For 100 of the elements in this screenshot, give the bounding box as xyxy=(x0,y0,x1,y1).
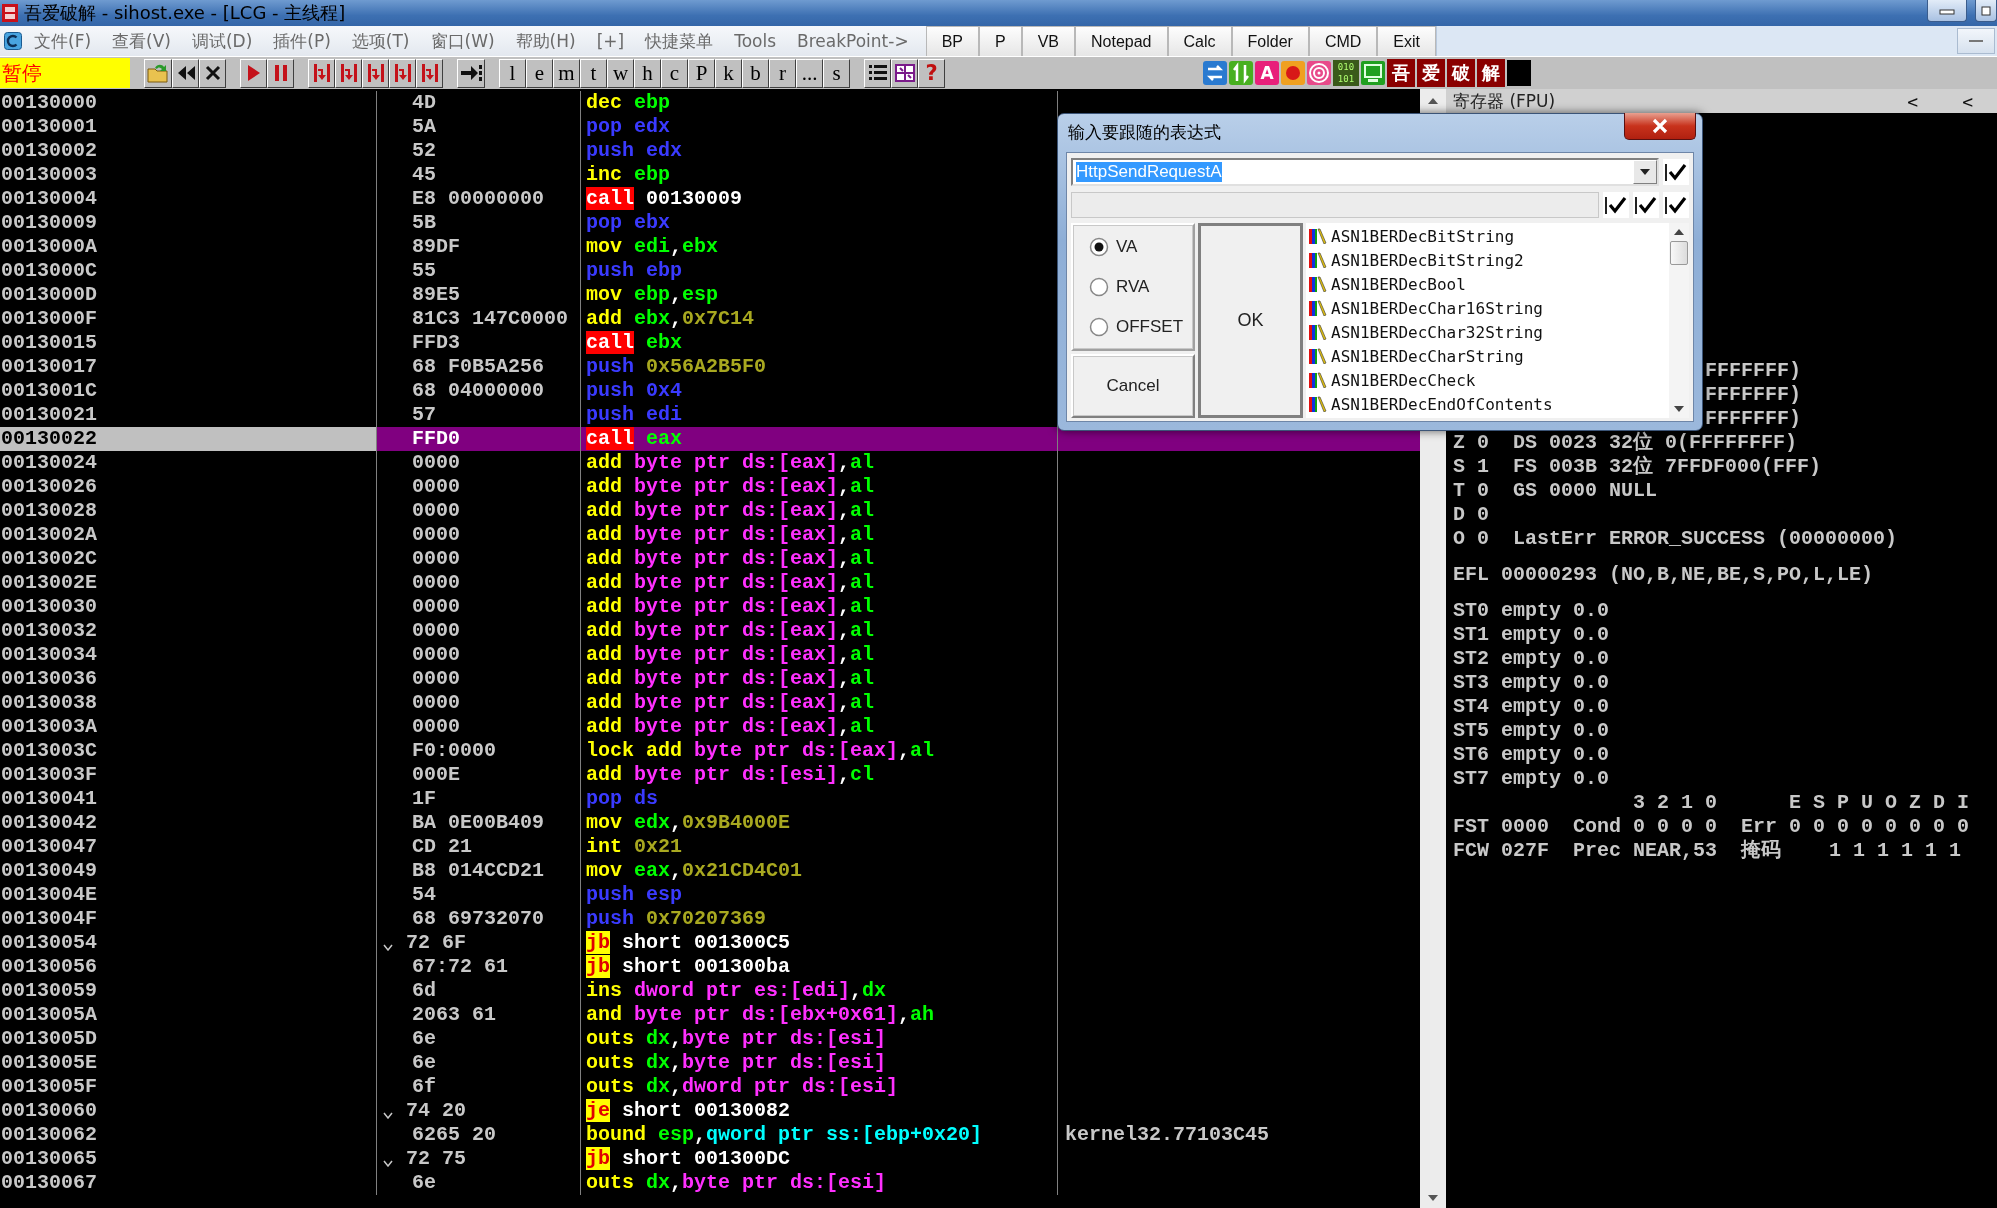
toolbar-button[interactable]: ... xyxy=(796,58,823,88)
window-minimize-button[interactable] xyxy=(1927,0,1967,22)
toolbar-button[interactable] xyxy=(362,58,389,88)
symbol-item[interactable]: ASN1BERDecCharString xyxy=(1306,344,1669,368)
toolbar-button[interactable] xyxy=(864,58,891,88)
quick-button[interactable]: Calc xyxy=(1167,26,1232,56)
hanzi-icon[interactable]: 解 xyxy=(1477,59,1505,87)
toolbar-button[interactable] xyxy=(240,58,267,88)
hanzi-icon[interactable]: 爱 xyxy=(1417,59,1445,87)
menu-item[interactable]: 调试(D) xyxy=(191,29,253,53)
binary-icon[interactable]: 010 101 xyxy=(1333,60,1359,86)
books-icon xyxy=(1309,324,1327,340)
nav-arrow[interactable]: < xyxy=(1962,90,1973,112)
scrollbar-thumb[interactable] xyxy=(1670,241,1688,265)
quick-button[interactable]: Exit xyxy=(1377,26,1436,56)
symbol-item[interactable]: ASN1BERDecBitString xyxy=(1306,224,1669,248)
toolbar-button[interactable] xyxy=(172,58,199,88)
disassembly-row[interactable]: 00130054 72 6F jb short 001300C5 xyxy=(0,931,1420,955)
menu-item[interactable]: 插件(P) xyxy=(273,29,331,53)
toolbar-button[interactable] xyxy=(199,58,226,88)
menu-item[interactable]: 查看(V) xyxy=(112,29,171,53)
radio-label[interactable]: VA xyxy=(1116,237,1138,257)
radio-label[interactable]: RVA xyxy=(1116,277,1150,297)
toolbar-button[interactable]: h xyxy=(634,58,661,88)
target-icon[interactable] xyxy=(1307,61,1331,85)
arrows-icon[interactable] xyxy=(1229,61,1253,85)
toolbar-button[interactable]: t xyxy=(580,58,607,88)
toolbar-button[interactable] xyxy=(457,58,485,88)
symbol-item[interactable]: ASN1BERDecBool xyxy=(1306,272,1669,296)
radio-label[interactable]: OFFSET xyxy=(1116,317,1184,337)
scroll-up-icon[interactable] xyxy=(1674,229,1684,235)
radio-button[interactable] xyxy=(1089,317,1109,337)
quick-button[interactable]: P xyxy=(979,26,1022,56)
toolbar-button[interactable]: e xyxy=(526,58,553,88)
address-cell-text: 0013001C xyxy=(0,379,98,403)
toolbar-button[interactable]: k xyxy=(715,58,742,88)
scroll-down-icon[interactable] xyxy=(1674,406,1684,412)
menu-item[interactable]: 文件(F) xyxy=(34,29,92,53)
toolbar-button[interactable]: b xyxy=(742,58,769,88)
dropdown-button[interactable] xyxy=(1633,160,1657,184)
toolbar-button[interactable]: m xyxy=(553,58,580,88)
menu-item[interactable]: Tools xyxy=(734,31,777,51)
menu-item[interactable]: 快捷菜单 xyxy=(645,29,714,53)
check-toggle[interactable] xyxy=(1663,159,1689,185)
scroll-down-icon[interactable] xyxy=(1427,1194,1439,1202)
symbol-item[interactable]: ASN1BERDecChar16String xyxy=(1306,296,1669,320)
nav-arrow[interactable]: < xyxy=(1907,90,1919,112)
window-restore-button[interactable] xyxy=(1975,0,1997,22)
quick-button[interactable]: Folder xyxy=(1231,26,1309,56)
scroll-up-icon[interactable] xyxy=(1427,97,1439,105)
quick-button[interactable]: Notepad xyxy=(1075,26,1168,56)
quick-button[interactable]: CMD xyxy=(1308,26,1378,56)
radio-button[interactable] xyxy=(1089,277,1109,297)
symbol-item[interactable]: ASN1BERDecCheck xyxy=(1306,368,1669,392)
letter-badge-icon[interactable]: A xyxy=(1255,61,1279,85)
minimize-button[interactable] xyxy=(1957,28,1995,54)
toolbar-button[interactable]: w xyxy=(607,58,634,88)
input-field[interactable] xyxy=(1071,192,1599,218)
symbol-item[interactable]: ASN1BERDecBitString2 xyxy=(1306,248,1669,272)
symbol-item[interactable]: ASN1BERDecChar32String xyxy=(1306,320,1669,344)
menu-item[interactable]: 帮助(H) xyxy=(515,29,576,53)
toolbar-button[interactable] xyxy=(416,58,443,88)
close-button[interactable] xyxy=(1624,113,1696,140)
hanzi-icon[interactable]: 破 xyxy=(1447,59,1475,87)
toolbar-button[interactable]: P xyxy=(688,58,715,88)
symbol-item[interactable]: ASN1BERDecEndOfContents xyxy=(1306,392,1669,416)
disassembly-row[interactable]: 00130022 FFD0 call eax xyxy=(0,427,1420,451)
toolbar-button[interactable]: s xyxy=(823,58,850,88)
radio-button[interactable] xyxy=(1089,237,1109,257)
disassembly-row[interactable]: 00130060 74 20 je short 00130082 xyxy=(0,1099,1420,1123)
toolbar-button[interactable] xyxy=(267,58,294,88)
menu-item[interactable]: BreakPoint-> xyxy=(797,31,909,51)
address-cell-text: 00130028 xyxy=(0,499,98,523)
toolbar-button[interactable]: l xyxy=(499,58,526,88)
check-toggle[interactable] xyxy=(1663,192,1689,218)
disassembly-row[interactable]: 00130056 67:72 61 jb short 001300ba xyxy=(0,955,1420,979)
check-toggle[interactable] xyxy=(1633,192,1659,218)
cancel-button[interactable]: Cancel xyxy=(1071,354,1195,418)
hanzi-icon[interactable]: 吾 xyxy=(1387,59,1415,87)
menu-item[interactable]: [+] xyxy=(596,31,625,51)
instruction-cell: add byte ptr ds:[eax],al xyxy=(586,595,875,619)
check-toggle[interactable] xyxy=(1603,192,1629,218)
register-line: EFL 00000293 (NO,B,NE,BE,S,PO,L,LE) xyxy=(1453,563,1874,586)
toolbar-button[interactable] xyxy=(144,58,172,88)
menu-item[interactable]: 选项(T) xyxy=(351,29,410,53)
menu-item[interactable]: 窗口(W) xyxy=(430,29,495,53)
disassembly-row[interactable]: 00130065 72 75 jb short 001300DC xyxy=(0,1147,1420,1171)
toolbar-button[interactable] xyxy=(308,58,335,88)
ok-button[interactable]: OK xyxy=(1198,223,1303,418)
app-menu-icon[interactable] xyxy=(2,30,24,52)
toolbar-button[interactable]: c xyxy=(661,58,688,88)
toolbar-button[interactable] xyxy=(891,58,918,88)
toolbar-button[interactable] xyxy=(389,58,416,88)
quick-button[interactable]: VB xyxy=(1021,26,1075,56)
panel-icon[interactable] xyxy=(1361,61,1385,85)
swap-icon[interactable] xyxy=(1203,61,1227,85)
toolbar-button[interactable] xyxy=(335,58,362,88)
toolbar-button[interactable]: r xyxy=(769,58,796,88)
quick-button[interactable]: BP xyxy=(925,26,979,56)
register-line: FST 0000 Cond 0 0 0 0 Err 0 0 0 0 0 0 0 0 xyxy=(1453,815,1970,838)
